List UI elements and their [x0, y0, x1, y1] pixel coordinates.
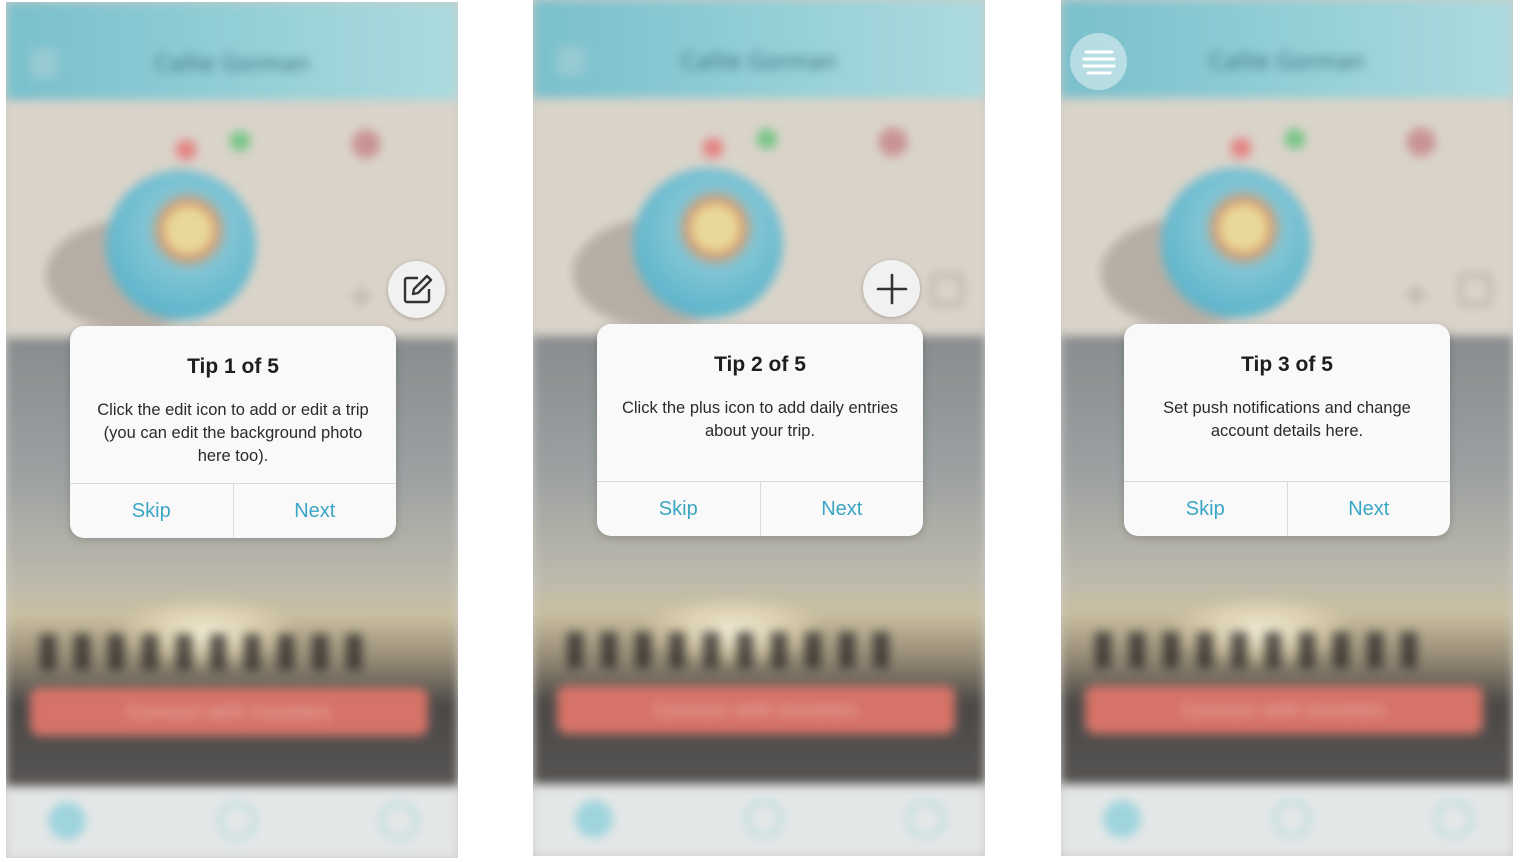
edit-icon[interactable] [388, 261, 445, 318]
phone-screen-3: Callie Gorman + Connect with travelers T… [1061, 0, 1513, 856]
tip-title: Tip 2 of 5 [714, 353, 806, 376]
tip-body: Click the plus icon to add daily entries… [621, 399, 899, 440]
tip-dialog: Tip 3 of 5 Set push notifications and ch… [1124, 324, 1450, 536]
tip-actions: Skip Next [70, 483, 396, 538]
skip-button[interactable]: Skip [597, 482, 760, 536]
tip-title: Tip 3 of 5 [1241, 353, 1333, 376]
tip-title: Tip 1 of 5 [187, 355, 279, 378]
tip-body: Click the edit icon to add or edit a tri… [97, 401, 369, 465]
menu-icon[interactable] [1070, 33, 1127, 90]
tip-dialog: Tip 2 of 5 Click the plus icon to add da… [597, 324, 923, 536]
phone-screen-2: Callie Gorman Connect with travelers Tip… [533, 0, 985, 856]
next-button[interactable]: Next [232, 484, 397, 538]
tip-dialog: Tip 1 of 5 Click the edit icon to add or… [70, 326, 396, 538]
plus-icon[interactable] [863, 260, 920, 317]
next-button[interactable]: Next [759, 482, 924, 536]
tip-body: Set push notifications and change accoun… [1163, 399, 1411, 440]
tip-actions: Skip Next [1124, 481, 1450, 536]
phone-screen-1: Callie Gorman + Connect with travelers T… [6, 2, 458, 858]
tip-actions: Skip Next [597, 481, 923, 536]
skip-button[interactable]: Skip [70, 484, 233, 538]
skip-button[interactable]: Skip [1124, 482, 1287, 536]
next-button[interactable]: Next [1286, 482, 1451, 536]
